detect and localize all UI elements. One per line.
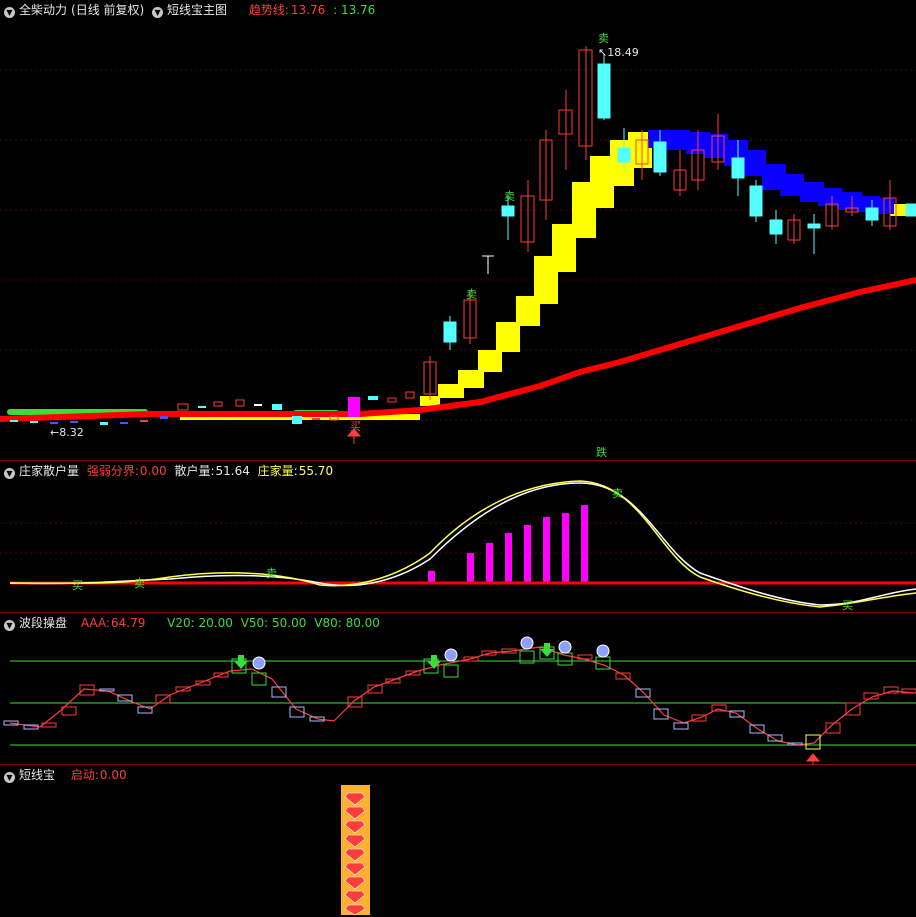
dealer-label: 庄家量:	[257, 464, 298, 478]
v50-label: V50: 50.00	[240, 616, 307, 630]
stock-name: 全柴动力	[19, 3, 68, 17]
launch-value: 0.00	[99, 768, 127, 782]
blue-band	[648, 130, 894, 214]
sell-mark: 卖	[266, 567, 277, 580]
sell-mark: 卖	[504, 190, 515, 203]
sell-mark: 卖	[134, 577, 145, 590]
trend-label: 趋势线:	[248, 3, 289, 17]
launch-markers	[344, 792, 366, 916]
divider-value: 0.00	[139, 464, 167, 478]
main-chart-header: ▼ 全柴动力 (日线 前复权) ▼ 短线宝主图 趋势线: 13.76 : 13.76	[4, 3, 379, 18]
sell-mark: 卖	[598, 32, 609, 45]
aaa-label: AAA:	[80, 616, 110, 630]
chevron-down-icon[interactable]: ▼	[152, 7, 164, 18]
trend-line	[0, 277, 916, 422]
chevron-down-icon[interactable]: ▼	[4, 772, 15, 783]
dealer-value: 55.70	[298, 464, 334, 478]
duanxian-chart-canvas[interactable]	[0, 765, 916, 917]
sell-mark: 卖	[612, 487, 623, 500]
boduan-panel[interactable]: ▼ 波段操盘 AAA:64.79 V20: 20.00 V50: 50.00 V8…	[0, 613, 916, 765]
boduan-chart-canvas[interactable]	[0, 613, 916, 765]
aaa-line	[9, 646, 916, 746]
boduan-header: ▼ 波段操盘 AAA:64.79 V20: 20.00 V50: 50.00 V8…	[4, 616, 384, 631]
chevron-down-icon[interactable]: ▼	[4, 7, 15, 18]
retail-label: 散户量:	[174, 464, 215, 478]
duanxian-panel[interactable]: ▼ 短线宝 启动:0.00	[0, 765, 916, 917]
main-chart-panel[interactable]: ▼ 全柴动力 (日线 前复权) ▼ 短线宝主图 趋势线: 13.76 : 13.76 ↖…	[0, 0, 916, 461]
aaa-value: 64.79	[110, 616, 146, 630]
duanxian-name: 短线宝	[19, 768, 56, 782]
yellow-band	[180, 132, 916, 420]
main-chart-canvas[interactable]	[0, 0, 916, 461]
retail-value: 51.64	[215, 464, 250, 478]
dealer-line	[9, 480, 916, 608]
sell-mark: 卖	[466, 288, 477, 301]
zhuang-name: 庄家散户量	[19, 464, 80, 478]
trend-value-2: : 13.76	[333, 3, 376, 17]
v80-label: V80: 80.00	[314, 616, 380, 630]
v20-label: V20: 20.00	[167, 616, 233, 630]
zhuang-header: ▼ 庄家散户量 强弱分界:0.00 散户量:51.64 庄家量:55.70	[4, 464, 337, 479]
trend-value: 13.76	[290, 3, 326, 17]
buy-mark: 买	[350, 420, 361, 433]
fall-mark: 跌	[596, 446, 607, 459]
buy-mark: 买	[72, 579, 83, 592]
launch-label: 启动:	[70, 768, 99, 782]
boduan-name: 波段操盘	[19, 616, 68, 630]
divider-label: 强弱分界:	[86, 464, 139, 478]
zhuang-panel[interactable]: ▼ 庄家散户量 强弱分界:0.00 散户量:51.64 庄家量:55.70 卖 买…	[0, 461, 916, 613]
indicator-name: 短线宝主图	[167, 3, 228, 17]
high-price-label: ↖18.49	[598, 46, 639, 59]
chevron-down-icon[interactable]: ▼	[4, 620, 15, 631]
buy-mark: 买	[842, 599, 853, 612]
low-price-label: ←8.32	[50, 426, 84, 439]
retail-line	[9, 482, 916, 606]
zhuang-bars	[428, 505, 588, 583]
duanxian-header: ▼ 短线宝 启动:0.00	[4, 768, 131, 783]
period-label: (日线 前复权)	[71, 3, 145, 17]
chevron-down-icon[interactable]: ▼	[4, 468, 15, 479]
